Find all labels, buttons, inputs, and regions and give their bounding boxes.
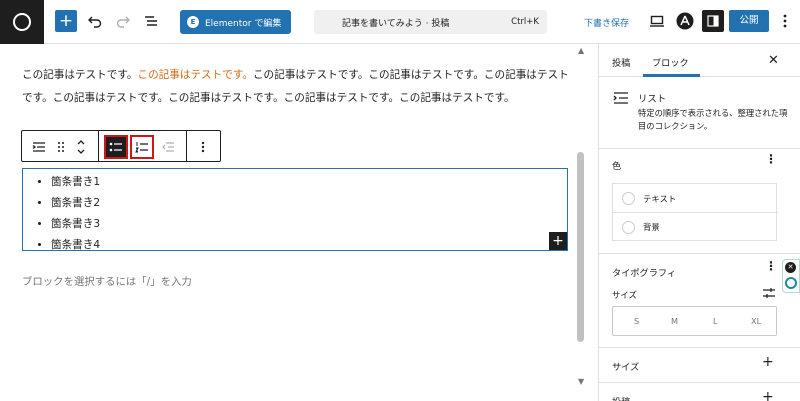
list-item[interactable]: 箇条書き1 xyxy=(51,172,100,193)
expand-section-icon[interactable]: + xyxy=(762,354,774,370)
move-block-button[interactable] xyxy=(72,135,90,159)
bullet-list: 箇条書き1 箇条書き2 箇条書き3 箇条書き4 xyxy=(51,172,100,256)
desktop-preview-icon xyxy=(650,15,664,27)
list-item[interactable]: 箇条書き3 xyxy=(51,214,100,235)
expand-section-icon[interactable]: + xyxy=(762,389,774,401)
paragraph-text-start: この記事はテストです。 xyxy=(22,69,138,81)
block-placeholder[interactable]: ブロックを選択するには「/」を入力 xyxy=(22,273,192,288)
undo-button[interactable] xyxy=(84,10,106,32)
document-title-bar[interactable]: 記事を書いてみよう · 投稿 Ctrl+K xyxy=(314,10,547,34)
scroll-down-icon[interactable]: ▼ xyxy=(578,377,584,386)
close-icon[interactable]: ✕ xyxy=(785,262,796,273)
size-option-m[interactable]: M xyxy=(671,316,678,326)
document-title: 記事を書いてみよう · 投稿 xyxy=(342,18,450,29)
more-vertical-icon xyxy=(201,141,205,153)
size-option-xl[interactable]: XL xyxy=(751,316,761,326)
typography-section-title: タイポグラフィ xyxy=(612,268,677,279)
block-card-title: リスト xyxy=(638,94,667,105)
drag-handle[interactable] xyxy=(52,135,70,159)
options-menu-button[interactable] xyxy=(774,10,796,32)
sidebar-tabs: 投稿 ブロック ✕ xyxy=(599,44,800,77)
color-item-background[interactable]: 背景 xyxy=(613,212,778,241)
add-block-button[interactable]: + xyxy=(55,10,77,32)
size-option-l[interactable]: L xyxy=(713,316,718,326)
color-item-label: テキスト xyxy=(643,193,677,204)
sidebar-icon xyxy=(707,15,719,27)
toolbar-divider xyxy=(98,131,99,161)
more-vertical-icon xyxy=(783,14,787,28)
block-options-button[interactable] xyxy=(193,135,213,159)
list-block-icon xyxy=(613,92,628,104)
jetpack-icon xyxy=(676,12,694,30)
list-item[interactable]: 箇条書き4 xyxy=(51,235,100,256)
list-block[interactable]: 箇条書き1 箇条書き2 箇条書き3 箇条書き4 xyxy=(22,168,568,251)
save-draft-button[interactable]: 下書き保存 xyxy=(584,16,629,29)
toolbar-divider xyxy=(186,131,187,161)
settings-sidebar-toggle[interactable] xyxy=(702,10,724,32)
color-item-label: 背景 xyxy=(643,222,660,232)
typography-options-icon[interactable]: ⋮ xyxy=(765,259,777,273)
font-size-picker: S M L XL xyxy=(612,306,777,336)
next-section-title: 投稿 xyxy=(612,394,630,401)
font-size-label: サイズ xyxy=(612,290,637,300)
block-card-description: 特定の順序で表示される、整理された項目のコレクション。 xyxy=(638,108,788,131)
list-block-icon xyxy=(32,142,45,152)
editor-top-bar: + E Elementor で編集 記事を書いてみよう · 投稿 Ctrl+K … xyxy=(0,0,800,44)
color-section-title: 色 xyxy=(612,161,622,172)
list-item[interactable]: 箇条書き2 xyxy=(51,193,100,214)
wordpress-logo-button[interactable] xyxy=(0,0,44,44)
editor-canvas: この記事はテストです。この記事はテストです。この記事はテストです。この記事はテス… xyxy=(0,44,598,401)
color-swatch-icon xyxy=(622,192,635,205)
redo-button[interactable] xyxy=(112,10,134,32)
paragraph-block[interactable]: この記事はテストです。この記事はテストです。この記事はテストです。この記事はテス… xyxy=(22,64,570,110)
close-sidebar-icon[interactable]: ✕ xyxy=(768,53,779,68)
elementor-icon: E xyxy=(187,16,199,28)
settings-sidebar: 投稿 ブロック ✕ リスト 特定の順序で表示される、整理された項目のコレクション… xyxy=(598,44,800,401)
editor-scrollbar[interactable]: ▲ ▼ xyxy=(575,44,587,401)
paragraph-highlight-text: この記事はテストです。 xyxy=(137,69,253,81)
section-divider xyxy=(599,382,800,383)
block-card: リスト 特定の順序で表示される、整理された項目のコレクション。 xyxy=(599,77,800,149)
wordpress-logo-icon xyxy=(13,13,31,31)
size-option-s[interactable]: S xyxy=(634,316,639,326)
document-overview-button[interactable] xyxy=(140,10,162,32)
add-list-item-button[interactable]: + xyxy=(549,232,567,250)
color-swatch-icon xyxy=(622,220,635,234)
custom-size-icon[interactable] xyxy=(762,287,776,299)
tab-post[interactable]: 投稿 xyxy=(612,55,630,69)
unordered-list-button[interactable] xyxy=(104,135,128,159)
tab-block[interactable]: ブロック xyxy=(652,55,689,69)
section-divider xyxy=(599,347,800,348)
elementor-button-label: Elementor で編集 xyxy=(205,18,282,29)
scrollbar-thumb[interactable] xyxy=(577,152,584,342)
command-shortcut: Ctrl+K xyxy=(511,17,539,27)
outdent-icon xyxy=(162,142,174,152)
preview-button[interactable] xyxy=(646,10,668,32)
edit-with-elementor-button[interactable]: E Elementor で編集 xyxy=(180,10,291,34)
drag-icon xyxy=(58,142,64,152)
jetpack-button[interactable] xyxy=(674,10,696,32)
chevron-up-down-icon xyxy=(77,140,85,154)
undo-icon xyxy=(88,16,102,28)
dimensions-section-title: サイズ xyxy=(612,362,640,373)
unordered-list-icon xyxy=(109,142,122,152)
publish-button[interactable]: 公開 xyxy=(729,10,769,32)
ordered-list-icon xyxy=(135,142,148,153)
color-panel: テキスト 背景 xyxy=(612,183,778,241)
color-options-icon[interactable]: ⋮ xyxy=(765,152,777,166)
scroll-up-icon[interactable]: ▲ xyxy=(578,46,584,55)
plugin-logo-icon xyxy=(785,277,797,289)
outdent-button[interactable] xyxy=(158,135,178,159)
plugin-floating-tab[interactable]: ✕ xyxy=(782,259,800,293)
section-divider xyxy=(599,253,800,254)
color-item-text[interactable]: テキスト xyxy=(613,184,778,213)
redo-icon xyxy=(116,16,130,28)
block-toolbar xyxy=(21,130,221,162)
list-view-icon xyxy=(145,16,157,26)
ordered-list-button[interactable] xyxy=(130,135,154,159)
block-type-button[interactable] xyxy=(27,135,51,159)
